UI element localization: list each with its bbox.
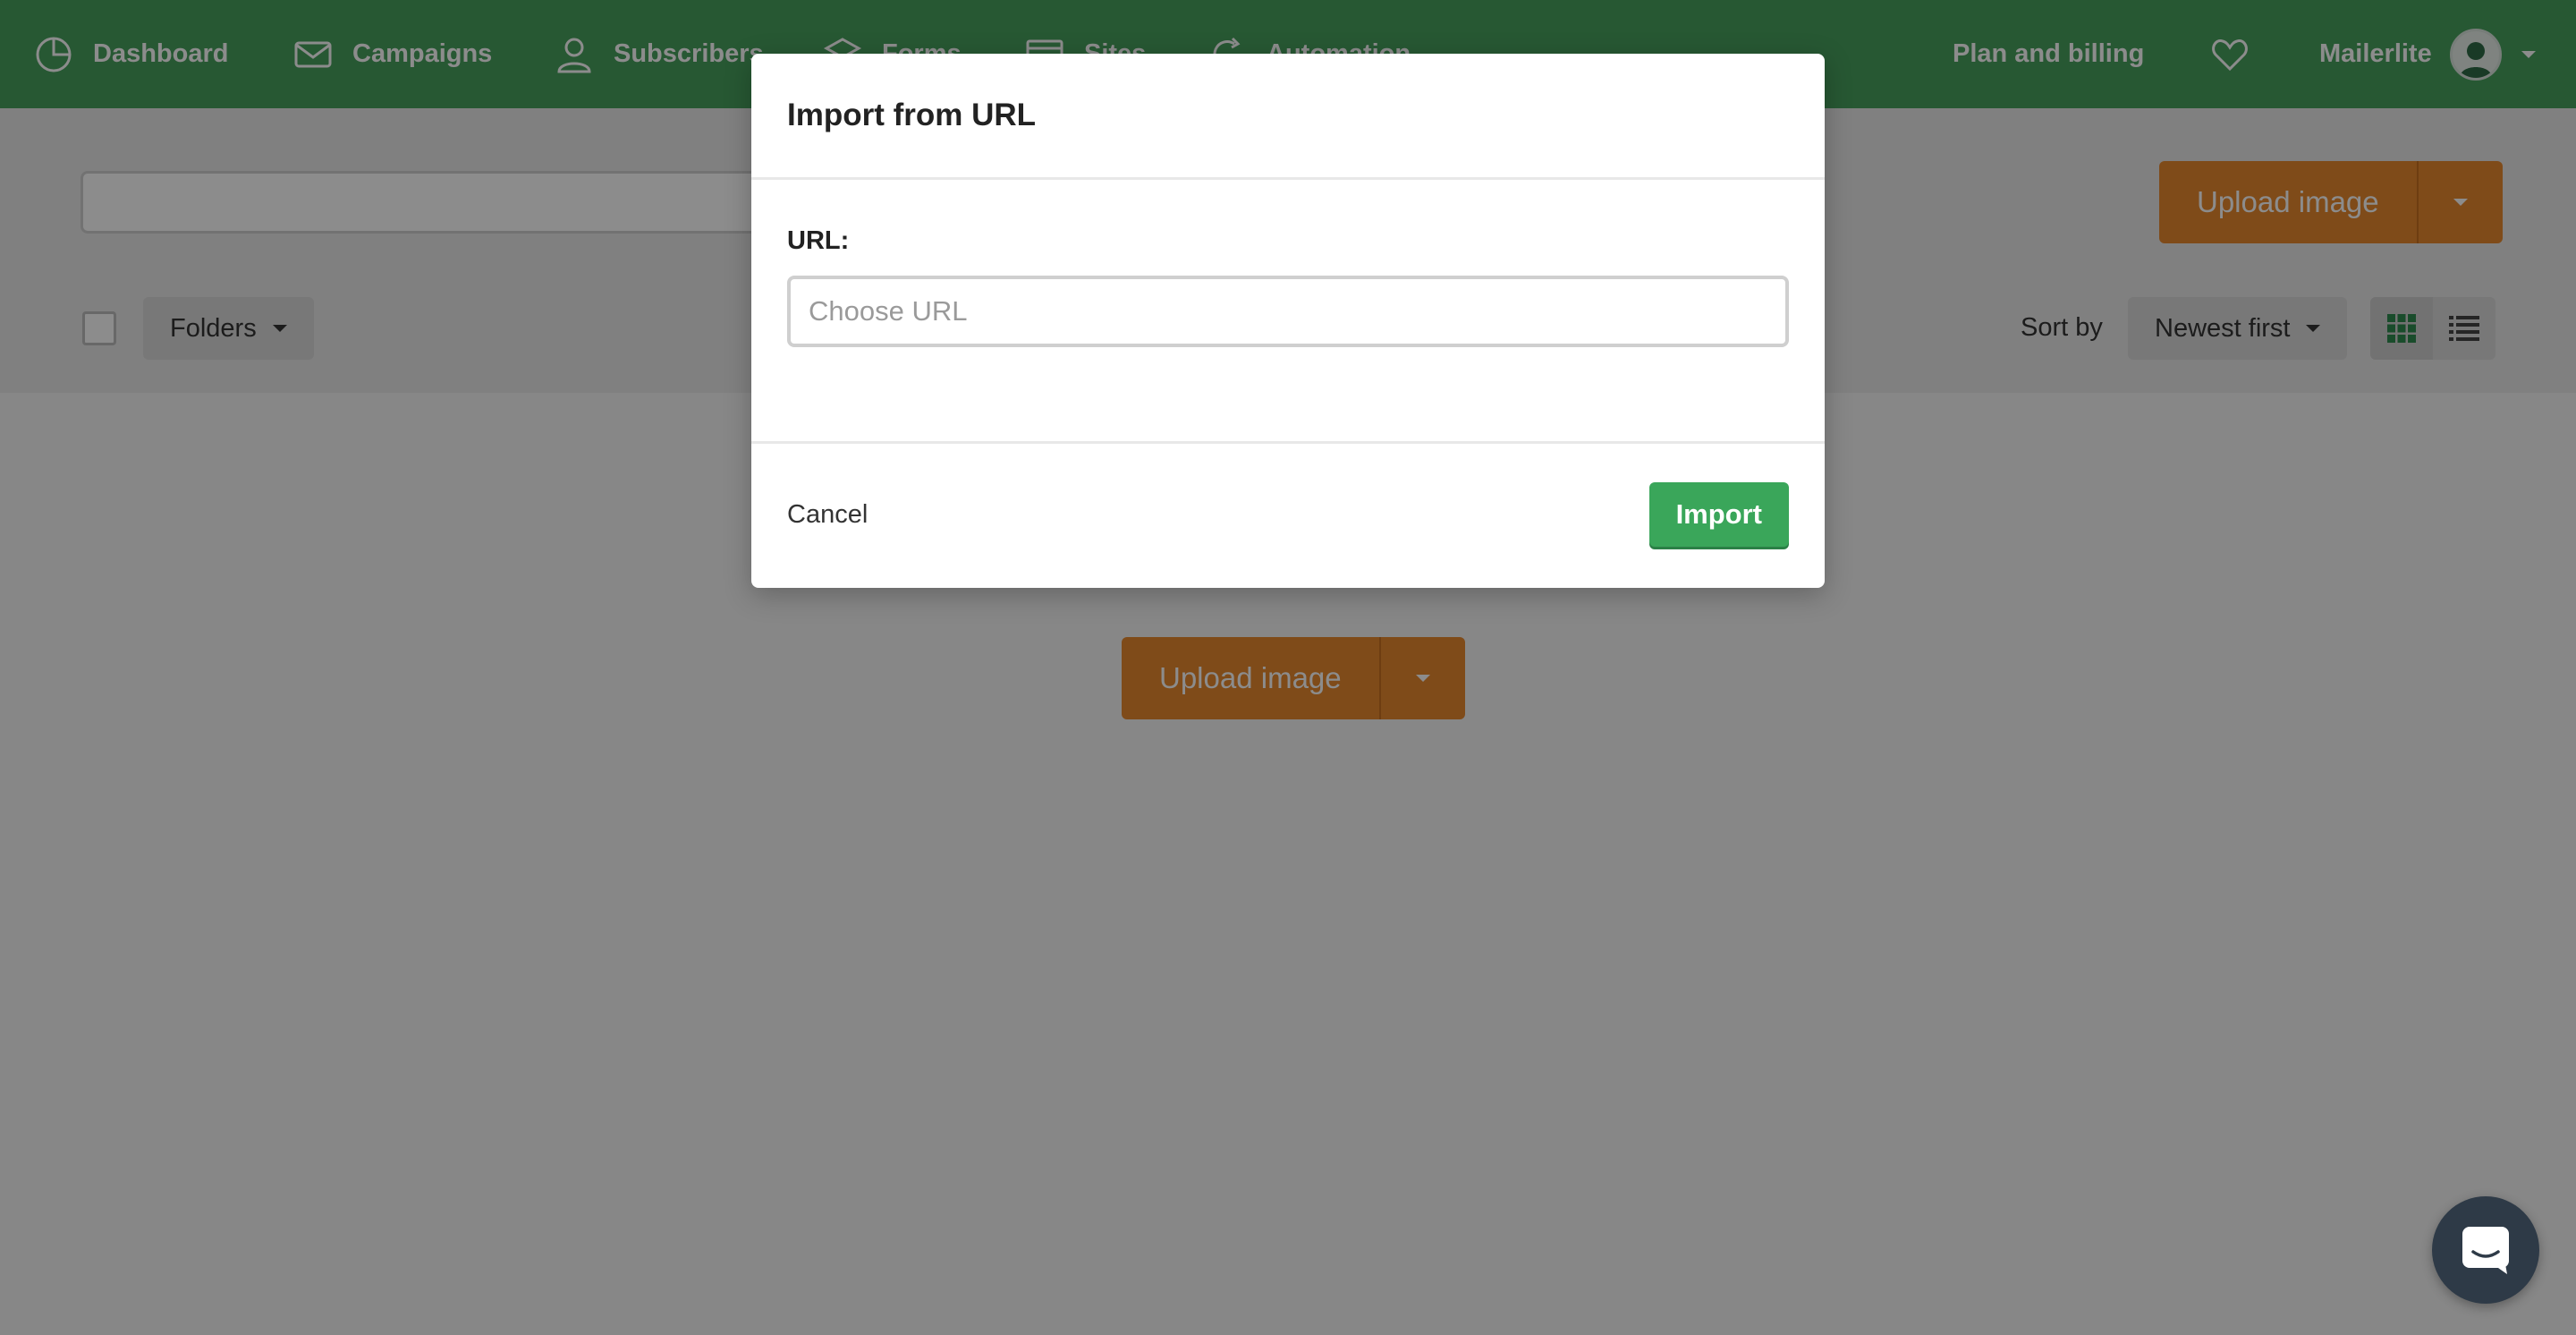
modal-footer: Cancel Import xyxy=(751,444,1825,585)
modal-title: Import from URL xyxy=(787,98,1037,132)
modal-body: URL: xyxy=(751,180,1825,444)
url-input[interactable] xyxy=(787,276,1789,347)
modal-header: Import from URL xyxy=(751,54,1825,180)
url-field-label: URL: xyxy=(787,226,850,255)
cancel-button[interactable]: Cancel xyxy=(787,500,868,530)
import-button[interactable]: Import xyxy=(1648,482,1789,547)
chat-icon xyxy=(2462,1227,2509,1274)
chat-launcher-button[interactable] xyxy=(2432,1196,2539,1304)
import-from-url-modal: Import from URL URL: Cancel Import xyxy=(751,54,1825,588)
